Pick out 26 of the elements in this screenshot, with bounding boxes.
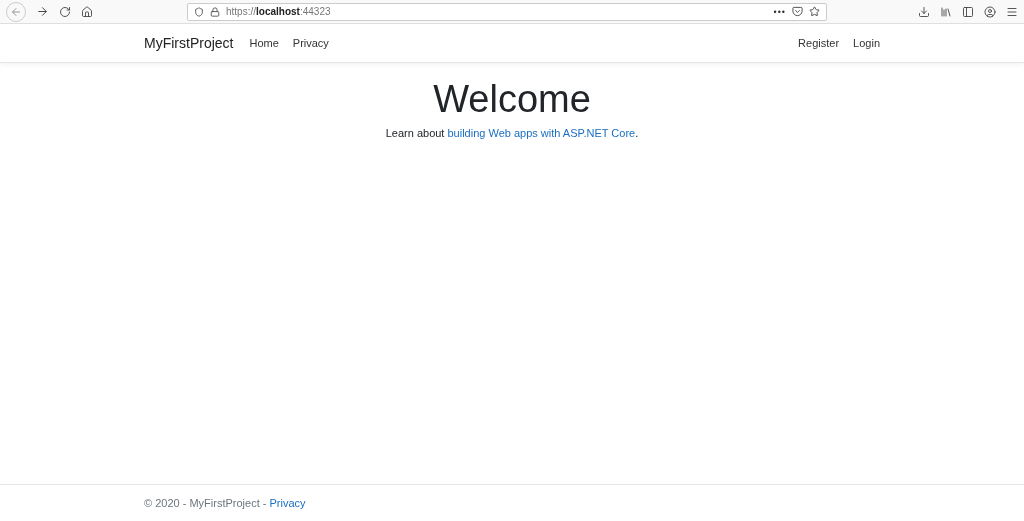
reload-icon[interactable] [59,5,71,18]
library-icon[interactable] [940,5,952,18]
page-actions-button[interactable]: ••• [773,6,786,17]
nav-link[interactable]: Home [249,37,279,49]
brand-link[interactable]: MyFirstProject [144,35,234,51]
privacy-link[interactable]: Privacy [269,497,306,509]
nav-link[interactable]: Login [853,37,880,49]
download-icon[interactable] [918,5,930,18]
address-bar[interactable]: https://localhost:44323 ••• [187,2,827,21]
lock-icon [210,6,220,17]
url-text: https://localhost:44323 [226,6,332,17]
sidebar-icon[interactable] [962,5,974,18]
star-icon[interactable] [809,6,820,17]
nav-link[interactable]: Register [798,37,840,49]
footer-text: © 2020 - MyFirstProject - Privacy [144,497,306,509]
back-icon [10,5,22,18]
home-icon[interactable] [81,5,93,18]
docs-link[interactable]: building Web apps with ASP.NET Core [447,127,636,139]
welcome-heading: Welcome [433,77,591,121]
forward-icon[interactable] [36,5,49,18]
lead-text: Learn about building Web apps with ASP.NET Core. [385,127,639,139]
nav-link[interactable]: Privacy [292,37,329,49]
menu-icon[interactable] [1006,5,1018,18]
shield-icon [194,6,204,17]
pocket-icon[interactable] [792,6,803,17]
account-icon[interactable] [984,5,996,18]
